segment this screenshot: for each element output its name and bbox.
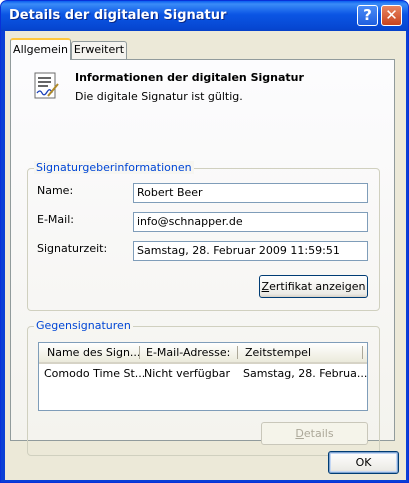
name-label: Name: <box>37 184 74 197</box>
column-separator[interactable] <box>237 346 238 359</box>
column-header-signer-name[interactable]: Name des Sign... <box>47 346 140 359</box>
column-separator[interactable] <box>139 346 140 359</box>
name-field[interactable]: Robert Beer <box>133 183 368 203</box>
dialog-body: Allgemein Erweitert Informationen der di… <box>5 31 406 480</box>
column-separator[interactable] <box>362 346 363 359</box>
document-signature-icon <box>34 72 59 99</box>
details-mnemonic: D <box>295 427 304 440</box>
tab-erweitert[interactable]: Erweitert <box>71 41 127 59</box>
signer-info-legend: Signaturgeberinformationen <box>34 161 194 174</box>
view-certificate-mnemonic: Z <box>261 280 270 293</box>
list-header: Name des Sign... E-Mail-Adresse: Zeitste… <box>39 343 367 364</box>
countersignatures-legend: Gegensignaturen <box>34 319 133 332</box>
details-label: etails <box>303 427 334 440</box>
view-certificate-button[interactable]: Zertifikat anzeigen <box>259 275 368 298</box>
email-field[interactable]: info@schnapper.de <box>133 212 368 232</box>
window-title: Details der digitalen Signatur <box>9 8 227 23</box>
row-email: Nicht verfügbar <box>144 367 230 380</box>
tab-panel-allgemein: Informationen der digitalen Signatur Die… <box>10 59 395 456</box>
view-certificate-label: ertifikat anzeigen <box>269 280 366 293</box>
column-header-email[interactable]: E-Mail-Adresse: <box>146 346 230 359</box>
email-label: E-Mail: <box>37 213 74 226</box>
signer-info-group: Signaturgeberinformationen Name: Robert … <box>27 161 380 311</box>
ok-button[interactable]: OK <box>328 451 399 474</box>
signing-time-label: Signaturzeit: <box>37 242 108 255</box>
signing-time-field[interactable]: Samstag, 28. Februar 2009 11:59:51 <box>133 241 368 261</box>
column-header-timestamp[interactable]: Zeitstempel <box>245 346 311 359</box>
title-bar[interactable]: Details der digitalen Signatur ? ✕ <box>1 1 408 31</box>
details-button[interactable]: Details <box>261 422 368 445</box>
row-timestamp: Samstag, 28. Februa... <box>243 367 368 380</box>
row-signer-name: Comodo Time St... <box>44 367 146 380</box>
countersignatures-list[interactable]: Name des Sign... E-Mail-Adresse: Zeitste… <box>38 342 368 411</box>
help-button[interactable]: ? <box>357 5 378 26</box>
countersignatures-group: Gegensignaturen Name des Sign... E-Mail-… <box>27 319 380 456</box>
info-title: Informationen der digitalen Signatur <box>75 71 304 84</box>
close-button[interactable]: ✕ <box>381 5 402 26</box>
tab-allgemein[interactable]: Allgemein <box>10 38 71 60</box>
info-status-text: Die digitale Signatur ist gültig. <box>75 90 243 103</box>
dialog-window: Details der digitalen Signatur ? ✕ Allge… <box>0 0 409 483</box>
